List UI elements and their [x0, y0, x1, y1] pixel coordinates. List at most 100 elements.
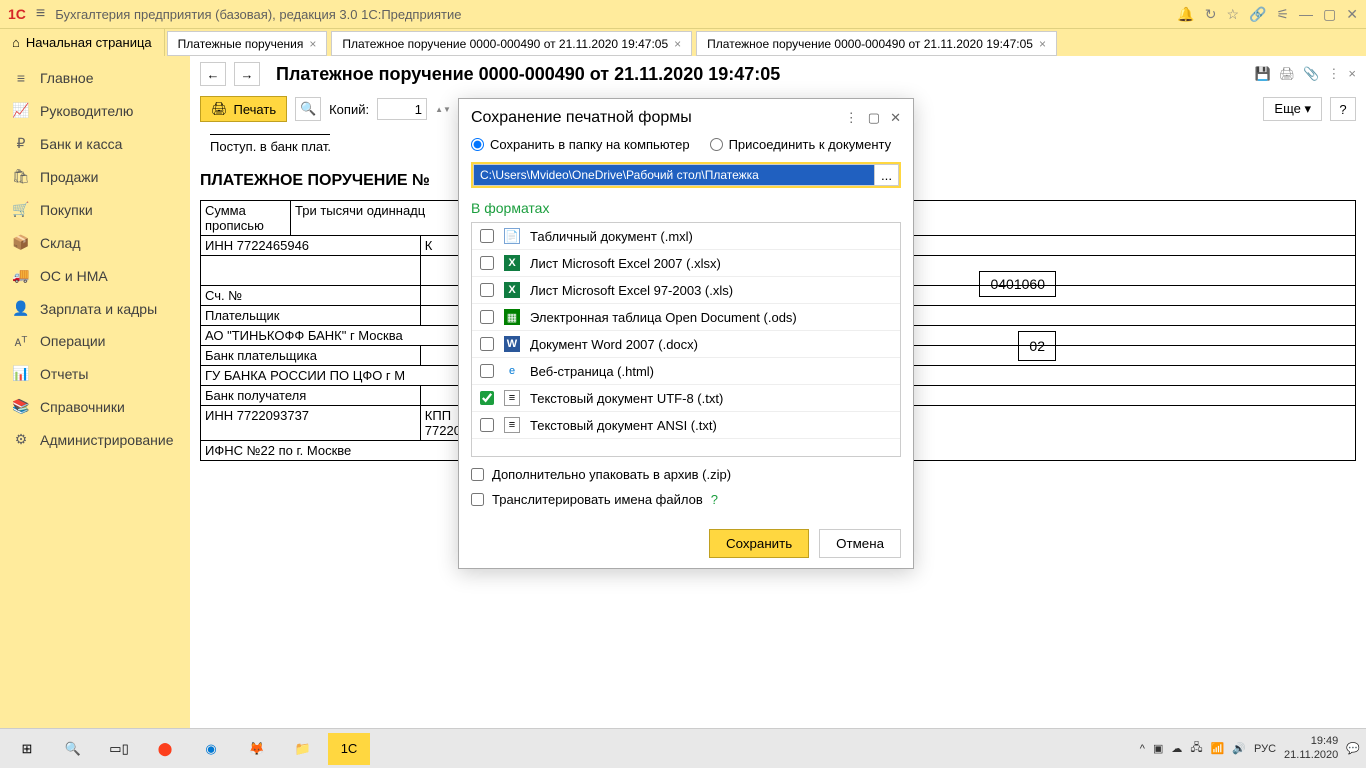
wifi-icon[interactable]: 📶	[1211, 742, 1225, 755]
format-item-ods[interactable]: ▦Электронная таблица Open Document (.ods…	[472, 304, 900, 331]
menu-icon[interactable]: ≡	[36, 5, 45, 23]
sidebar-item-purchases[interactable]: 🛒Покупки	[0, 193, 190, 226]
sidebar-item-admin[interactable]: ⚙Администрирование	[0, 423, 190, 456]
format-item-xlsx[interactable]: XЛист Microsoft Excel 2007 (.xlsx)	[472, 250, 900, 277]
translit-checkbox[interactable]	[471, 493, 484, 506]
radio-row: Сохранить в папку на компьютер Присоедин…	[471, 137, 901, 152]
radio-save-folder[interactable]: Сохранить в папку на компьютер	[471, 137, 690, 152]
search-button[interactable]: 🔍	[52, 733, 94, 765]
sidebar-item-main[interactable]: ≡Главное	[0, 62, 190, 94]
bell-icon[interactable]: 🔔	[1177, 6, 1194, 23]
onedrive-icon[interactable]: ☁	[1171, 742, 1182, 755]
format-checkbox[interactable]	[480, 391, 494, 405]
dialog-title: Сохранение печатной формы	[471, 109, 845, 127]
yandex-icon[interactable]: ⬤	[144, 733, 186, 765]
preview-button[interactable]: 🔍	[295, 97, 321, 121]
minimize-icon[interactable]: —	[1299, 6, 1313, 23]
settings-icon[interactable]: ⚟	[1276, 6, 1289, 23]
format-label: Лист Microsoft Excel 97-2003 (.xls)	[530, 283, 733, 298]
tab-0[interactable]: Платежные поручения ×	[167, 31, 328, 56]
forward-button[interactable]: →	[234, 62, 260, 86]
sidebar-item-payroll[interactable]: 👤Зарплата и кадры	[0, 292, 190, 325]
format-checkbox[interactable]	[480, 283, 494, 297]
format-list[interactable]: 📄Табличный документ (.mxl) XЛист Microso…	[471, 222, 901, 457]
dialog-close-icon[interactable]: ✕	[890, 110, 901, 126]
star-icon[interactable]: ☆	[1226, 6, 1239, 23]
tab-close-icon[interactable]: ×	[674, 37, 681, 51]
sidebar-item-manager[interactable]: 📈Руководителю	[0, 94, 190, 127]
more-button[interactable]: Еще ▾	[1263, 97, 1322, 121]
radio-folder-input[interactable]	[471, 138, 484, 151]
format-checkbox[interactable]	[480, 229, 494, 243]
inn1: ИНН 7722465946	[201, 236, 421, 256]
book-icon: 📚	[12, 398, 30, 415]
opt-translit-row[interactable]: Транслитерировать имена файлов ?	[471, 492, 901, 507]
printer-icon: 🖨	[211, 101, 228, 117]
tray-app-icon[interactable]: ▣	[1153, 742, 1163, 755]
tab-1[interactable]: Платежное поручение 0000-000490 от 21.11…	[331, 31, 692, 56]
notifications-icon[interactable]: 💬	[1346, 742, 1360, 755]
help-link[interactable]: ?	[711, 492, 718, 507]
opt-zip-row[interactable]: Дополнительно упаковать в архив (.zip)	[471, 467, 901, 482]
browse-button[interactable]: ...	[875, 164, 899, 186]
format-item-xls[interactable]: XЛист Microsoft Excel 97-2003 (.xls)	[472, 277, 900, 304]
back-button[interactable]: ←	[200, 62, 226, 86]
more-icon[interactable]: ⋮	[1327, 66, 1340, 82]
sidebar-item-references[interactable]: 📚Справочники	[0, 390, 190, 423]
help-button[interactable]: ?	[1330, 97, 1356, 121]
save-button[interactable]: Сохранить	[709, 529, 809, 558]
path-input[interactable]	[473, 164, 875, 186]
sidebar-item-sales[interactable]: 🛍Продажи	[0, 160, 190, 193]
1c-task-icon[interactable]: 1C	[328, 733, 370, 765]
explorer-icon[interactable]: 📁	[282, 733, 324, 765]
format-item-mxl[interactable]: 📄Табличный документ (.mxl)	[472, 223, 900, 250]
history-icon[interactable]: ↻	[1205, 6, 1217, 23]
format-item-docx[interactable]: WДокумент Word 2007 (.docx)	[472, 331, 900, 358]
dialog-menu-icon[interactable]: ⋮	[845, 110, 858, 126]
radio-attach[interactable]: Присоединить к документу	[710, 137, 892, 152]
edge-icon[interactable]: ◉	[190, 733, 232, 765]
sidebar-item-bank[interactable]: ₽Банк и касса	[0, 127, 190, 160]
cancel-button[interactable]: Отмена	[819, 529, 901, 558]
volume-icon[interactable]: 🔊	[1232, 742, 1246, 755]
spinner-icon[interactable]: ▲▼	[435, 105, 451, 114]
format-item-html[interactable]: eВеб-страница (.html)	[472, 358, 900, 385]
format-checkbox[interactable]	[480, 256, 494, 270]
print-button[interactable]: 🖨 Печать	[200, 96, 287, 122]
print-icon[interactable]: 🖨	[1279, 66, 1296, 82]
format-checkbox[interactable]	[480, 337, 494, 351]
link-icon[interactable]: 🔗	[1249, 6, 1266, 23]
format-checkbox[interactable]	[480, 310, 494, 324]
sidebar-item-warehouse[interactable]: 📦Склад	[0, 226, 190, 259]
copies-input[interactable]	[377, 98, 427, 120]
save-icon[interactable]: 💾	[1255, 66, 1271, 82]
tab-close-icon[interactable]: ×	[1039, 37, 1046, 51]
home-tab[interactable]: ⌂ Начальная страница	[0, 29, 165, 56]
close-panel-icon[interactable]: ×	[1348, 66, 1356, 82]
radio-attach-input[interactable]	[710, 138, 723, 151]
ruble-icon: ₽	[12, 135, 30, 152]
sidebar-item-reports[interactable]: 📊Отчеты	[0, 357, 190, 390]
format-item-txt-ansi[interactable]: ≡Текстовый документ ANSI (.txt)	[472, 412, 900, 439]
network-icon[interactable]: 🖧	[1190, 739, 1202, 758]
clock[interactable]: 19:49 21.11.2020	[1284, 735, 1338, 761]
start-button[interactable]: ⊞	[6, 733, 48, 765]
sum-label: Сумма прописью	[201, 201, 291, 236]
tab-close-icon[interactable]: ×	[309, 37, 316, 51]
bank-payer-label: Банк плательщика	[201, 346, 421, 366]
sidebar-item-assets[interactable]: 🚚ОС и НМА	[0, 259, 190, 292]
sidebar-item-operations[interactable]: ᴀᵀОперации	[0, 325, 190, 357]
tray-expand-icon[interactable]: ^	[1140, 743, 1145, 755]
format-item-txt-utf8[interactable]: ≡Текстовый документ UTF-8 (.txt)	[472, 385, 900, 412]
attach-icon[interactable]: 📎	[1303, 66, 1319, 82]
format-checkbox[interactable]	[480, 418, 494, 432]
firefox-icon[interactable]: 🦊	[236, 733, 278, 765]
zip-checkbox[interactable]	[471, 468, 484, 481]
task-view-button[interactable]: ▭▯	[98, 733, 140, 765]
tab-2[interactable]: Платежное поручение 0000-000490 от 21.11…	[696, 31, 1057, 56]
close-icon[interactable]: ✕	[1346, 6, 1358, 23]
dialog-maximize-icon[interactable]: ▢	[868, 110, 880, 126]
language-indicator[interactable]: РУС	[1254, 743, 1276, 755]
maximize-icon[interactable]: ▢	[1323, 6, 1336, 23]
format-checkbox[interactable]	[480, 364, 494, 378]
